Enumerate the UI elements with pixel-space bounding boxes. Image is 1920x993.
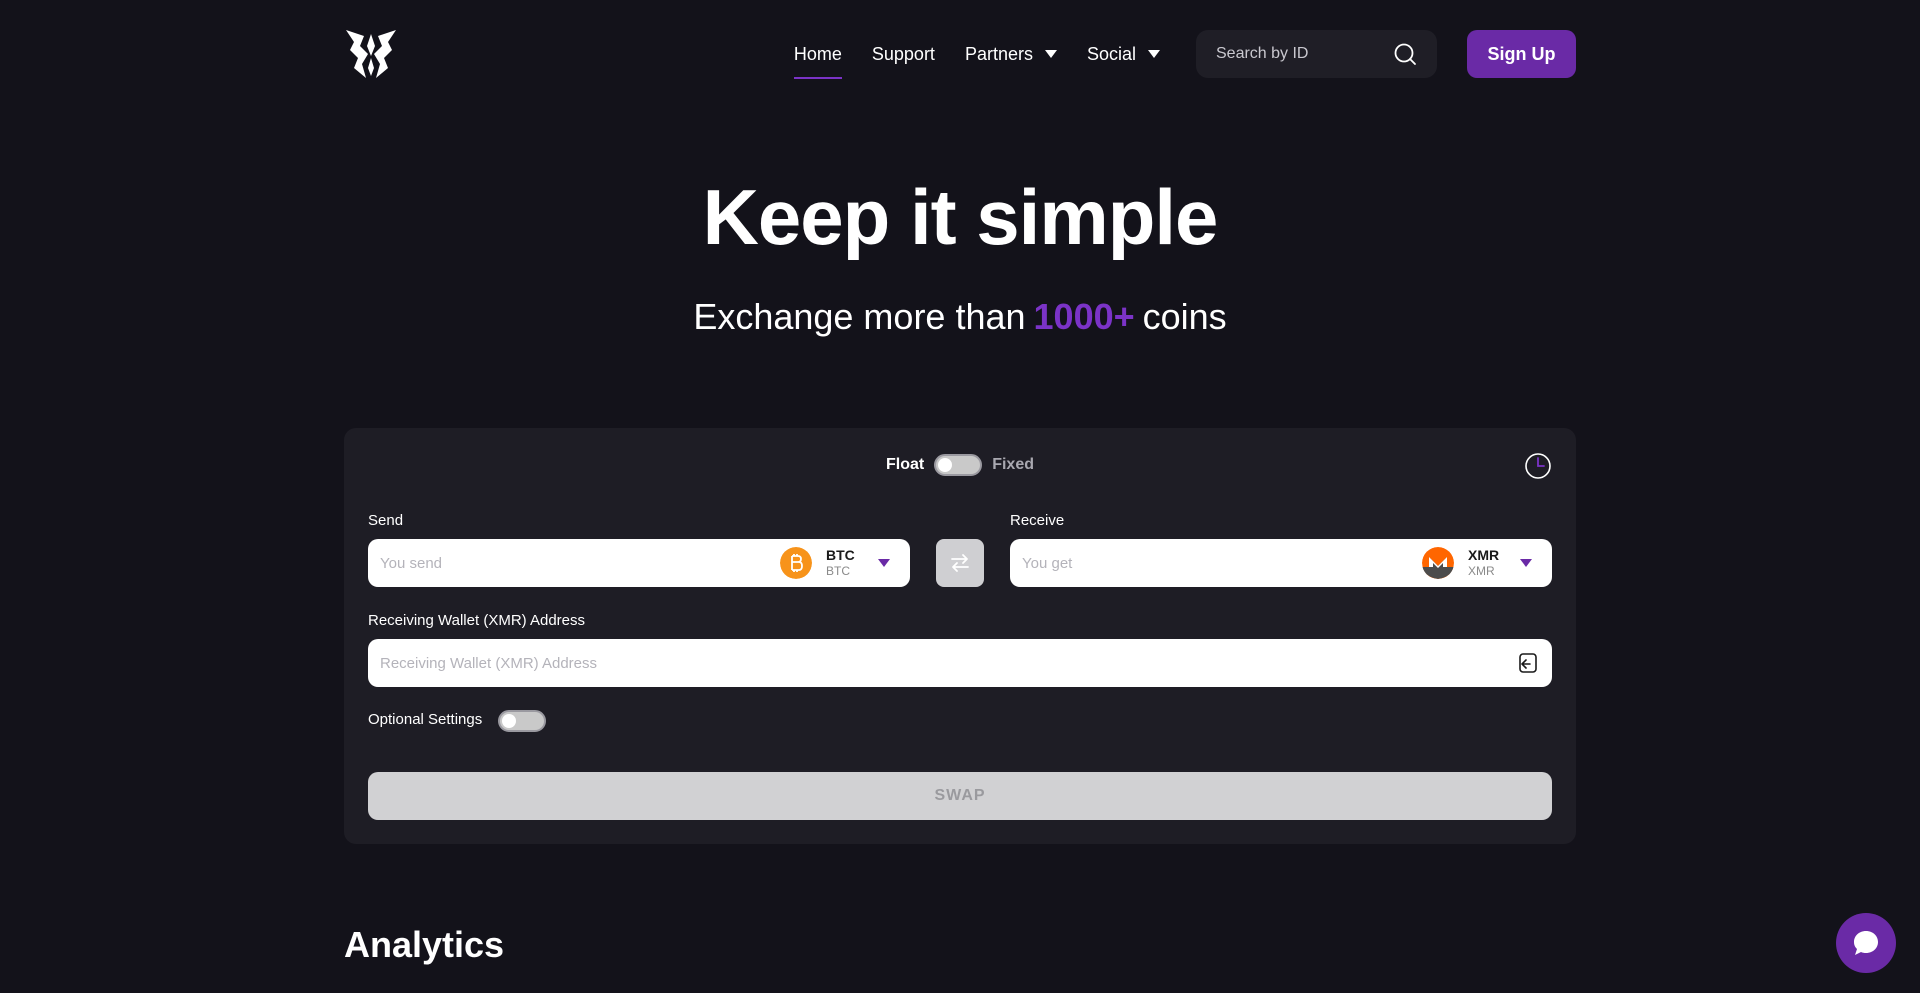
analytics-heading: Analytics — [344, 924, 505, 965]
mode-float-label[interactable]: Float — [886, 456, 924, 474]
toggle-knob — [502, 714, 516, 728]
send-amount-field[interactable]: You send BTC BTC — [368, 539, 910, 587]
monero-icon — [1422, 547, 1454, 579]
nav-partners[interactable]: Partners — [965, 28, 1057, 80]
history-clock-icon[interactable] — [1524, 452, 1552, 480]
exchange-card: Float Fixed Send You send BTC BTC Receiv… — [344, 428, 1576, 844]
nav-social[interactable]: Social — [1087, 28, 1160, 80]
optional-settings-toggle[interactable] — [498, 710, 546, 732]
search-placeholder: Search by ID — [1216, 45, 1309, 62]
toggle-knob — [938, 458, 953, 472]
swap-button[interactable]: SWAP — [368, 772, 1552, 820]
receive-label: Receive — [1010, 512, 1065, 529]
send-coin-ticker: BTC — [826, 547, 855, 563]
rate-mode-switch: Float Fixed — [344, 454, 1576, 476]
chevron-down-icon — [1520, 559, 1532, 567]
bitcoin-icon — [780, 547, 812, 579]
receive-coin-ticker: XMR — [1468, 547, 1500, 563]
site-header: Home Support Partners Social Search by I… — [344, 28, 1576, 80]
paste-icon[interactable] — [1516, 651, 1540, 675]
receive-coin-network: XMR — [1468, 564, 1495, 578]
send-coin-network: BTC — [826, 564, 850, 578]
chevron-down-icon — [878, 559, 890, 567]
chat-bubble-icon — [1854, 931, 1878, 955]
chevron-down-icon — [1148, 50, 1160, 58]
chevron-down-icon — [1044, 50, 1057, 58]
chat-support-button[interactable] — [1836, 913, 1896, 973]
nav-support[interactable]: Support — [872, 28, 935, 80]
nav-home[interactable]: Home — [793, 28, 842, 80]
mode-fixed-label[interactable]: Fixed — [992, 456, 1034, 474]
swap-direction-button[interactable] — [936, 539, 984, 587]
send-label: Send — [368, 512, 404, 529]
wallet-address-field[interactable]: Receiving Wallet (XMR) Address — [368, 639, 1552, 687]
hero-title: Keep it simple — [702, 173, 1219, 261]
receive-coin-selector[interactable]: XMR XMR — [1422, 547, 1540, 579]
wallet-label: Receiving Wallet (XMR) Address — [368, 612, 586, 629]
coin-count: 1000+ — [1033, 296, 1135, 337]
wallet-placeholder: Receiving Wallet (XMR) Address — [380, 654, 598, 672]
search-input[interactable]: Search by ID — [1196, 30, 1437, 78]
search-icon[interactable] — [1393, 42, 1417, 66]
main-nav: Home Support Partners Social Search by I… — [793, 28, 1576, 80]
receive-amount-field[interactable]: You get XMR XMR — [1010, 539, 1552, 587]
receive-placeholder: You get — [1022, 554, 1073, 572]
swap-arrows-icon — [951, 554, 969, 572]
brand-logo-icon[interactable] — [344, 28, 398, 80]
send-coin-selector[interactable]: BTC BTC — [780, 547, 898, 579]
send-placeholder: You send — [380, 554, 443, 572]
sign-up-button[interactable]: Sign Up — [1467, 30, 1576, 78]
optional-settings-label: Optional Settings — [368, 711, 483, 728]
hero-subtitle: Exchange more than 1000+ coins — [693, 296, 1227, 337]
rate-mode-toggle[interactable] — [934, 454, 983, 476]
